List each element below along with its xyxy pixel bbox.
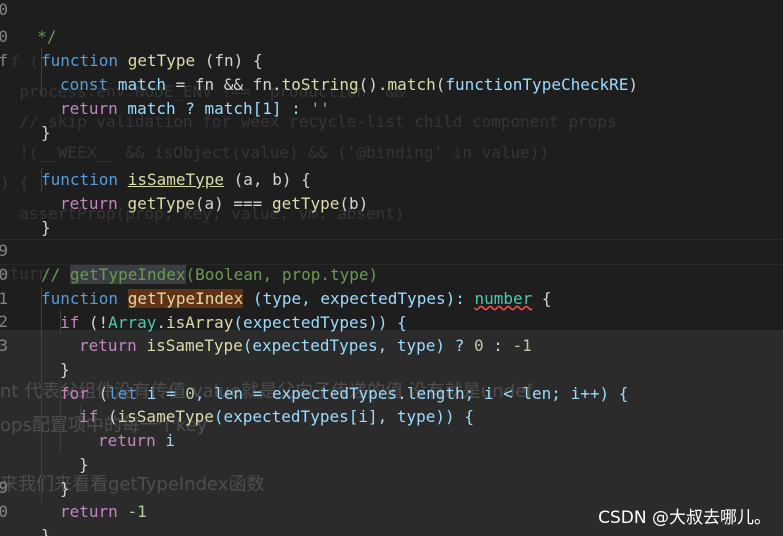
code-line: return i (0, 405, 783, 450)
code-line: } (0, 334, 783, 379)
code-line: } (0, 192, 783, 237)
brace: } (41, 218, 51, 237)
code-line: for (let i = 0, len = expectedTypes.leng… (0, 358, 783, 403)
code-line: function getTypeIndex (type, expectedTyp… (0, 263, 783, 308)
brace: } (41, 526, 51, 536)
code-line: const match = fn && fn.toString().match(… (0, 49, 783, 94)
code-line: return -1 (0, 476, 783, 521)
csdn-watermark: CSDN @大叔去哪儿。 (598, 508, 771, 528)
code-line: function isSameType (a, b) { (0, 144, 783, 189)
code-line: } (0, 429, 783, 474)
code-line: if (isSameType(expectedTypes[i], type)) … (0, 381, 783, 426)
code-line: // getTypeIndex(Boolean, prop.type) (0, 239, 783, 284)
code-line: if (!Array.isArray(expectedTypes)) { (0, 287, 783, 332)
code-line: return match ? match[1] : '' (0, 73, 783, 118)
brace: } (41, 123, 51, 142)
code-line: } (0, 97, 783, 142)
code-line: } (0, 453, 783, 498)
code-line: return isSameType(expectedTypes, type) ?… (0, 310, 783, 355)
code-line: */ (0, 1, 783, 46)
code-editor[interactable]: f ( process.env.NODE_ENV !== 'production… (0, 0, 783, 536)
code-line: return getType(a) === getType(b) (0, 168, 783, 213)
code-line: function getType (fn) { (0, 25, 783, 70)
